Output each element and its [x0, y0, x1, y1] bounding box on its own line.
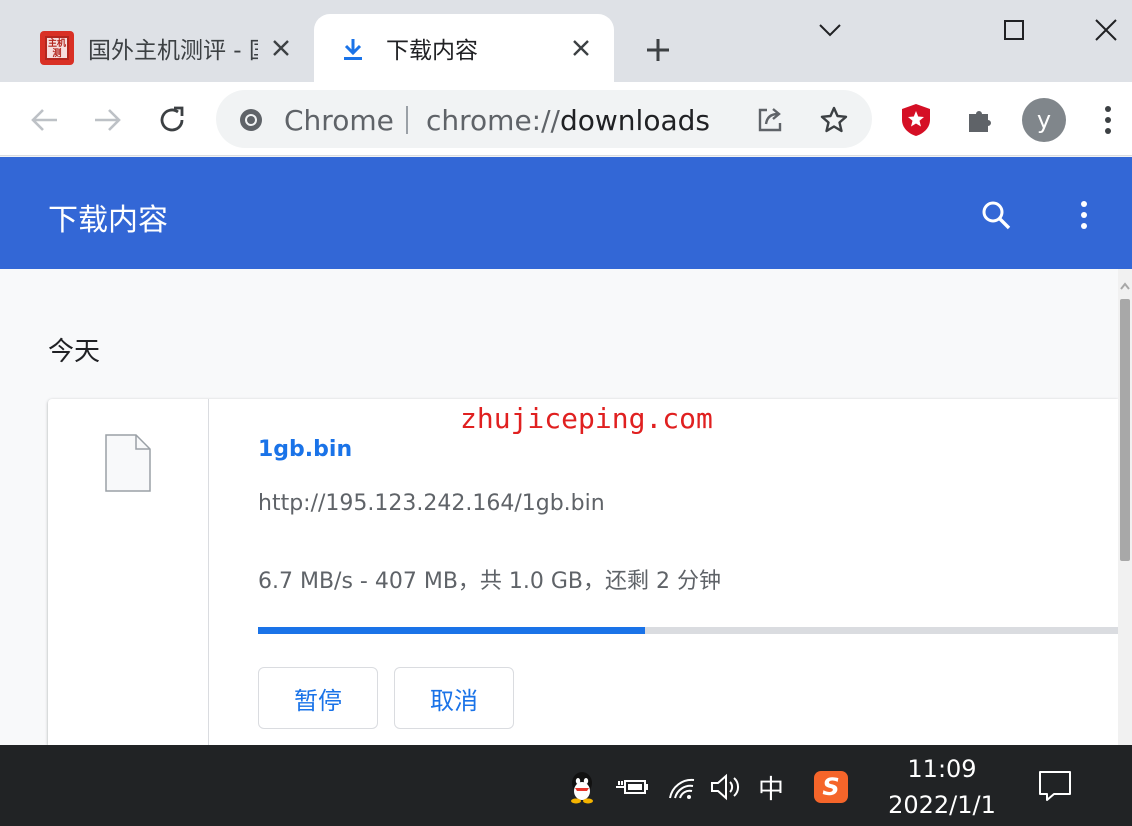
file-name-link[interactable]: 1gb.bin	[258, 437, 352, 462]
window-close-icon[interactable]	[1086, 10, 1126, 50]
download-progress-bar	[258, 627, 1118, 634]
page-title: 下载内容	[48, 203, 168, 238]
shield-extension-icon[interactable]	[896, 100, 936, 140]
address-bar[interactable]: Chrome chrome://downloads	[216, 90, 872, 148]
url-text[interactable]: chrome://downloads	[426, 104, 710, 137]
forward-button[interactable]	[88, 100, 128, 140]
reload-button[interactable]	[152, 100, 192, 140]
wifi-icon[interactable]	[664, 769, 700, 805]
extensions-puzzle-icon[interactable]	[960, 100, 1000, 140]
download-icon	[342, 38, 364, 66]
cancel-button[interactable]: 取消	[394, 667, 514, 729]
divider	[208, 399, 209, 745]
back-button[interactable]	[24, 100, 64, 140]
clock-time[interactable]: 11:09	[880, 755, 1004, 783]
sogou-ime-icon[interactable]: S	[814, 771, 848, 803]
profile-avatar[interactable]: y	[1022, 98, 1066, 142]
close-icon[interactable]	[268, 35, 294, 61]
browser-toolbar: Chrome chrome://downloads y	[0, 82, 1132, 156]
downloads-header: 下载内容	[0, 157, 1132, 269]
pause-button[interactable]: 暂停	[258, 667, 378, 729]
watermark-text: zhujiceping.com	[460, 402, 713, 435]
tab-downloads[interactable]: 下载内容	[314, 14, 614, 82]
new-tab-button[interactable]	[640, 32, 676, 68]
source-url-link[interactable]: http://195.123.242.164/1gb.bin	[258, 491, 605, 516]
windows-taskbar: 中 S 11:09 2022/1/1	[0, 745, 1132, 826]
divider	[406, 106, 408, 134]
date-group-label: 今天	[48, 337, 101, 367]
share-icon[interactable]	[754, 104, 786, 136]
site-chip: Chrome	[284, 104, 394, 137]
scroll-up-arrow-icon[interactable]	[1120, 275, 1130, 294]
tab-title: 下载内容	[386, 38, 478, 64]
tab-title: 国外主机测评 - 国外VPS	[88, 38, 258, 64]
tab-search-chevron-icon[interactable]	[810, 10, 850, 50]
file-icon	[104, 433, 152, 497]
more-menu-icon[interactable]	[1088, 100, 1128, 140]
tab-strip: 主机测 国外主机测评 - 国外VPS 下载内容	[0, 0, 1132, 82]
notification-center-icon[interactable]	[1036, 767, 1074, 805]
qq-penguin-icon[interactable]	[564, 769, 600, 805]
download-item: 1gb.bin http://195.123.242.164/1gb.bin 6…	[48, 399, 1118, 745]
download-status: 6.7 MB/s - 407 MB，共 1.0 GB，还剩 2 分钟	[258, 569, 722, 594]
maximize-icon[interactable]	[994, 10, 1034, 50]
tab-zhujiceping[interactable]: 主机测 国外主机测评 - 国外VPS	[22, 14, 314, 82]
clock-date[interactable]: 2022/1/1	[880, 791, 1004, 819]
close-icon[interactable]	[568, 35, 594, 61]
bookmark-star-icon[interactable]	[818, 104, 850, 136]
search-icon[interactable]	[976, 195, 1016, 235]
page-scrollbar[interactable]	[1118, 269, 1132, 745]
scroll-thumb[interactable]	[1120, 299, 1130, 561]
site-logo-icon: 主机测	[40, 31, 74, 65]
downloads-list: 今天 1gb.bin http://195.123.242.164/1gb.bi…	[0, 269, 1118, 745]
chrome-logo-icon	[238, 107, 264, 137]
battery-plug-icon[interactable]	[614, 769, 650, 805]
more-actions-icon[interactable]	[1064, 195, 1104, 235]
input-method-indicator[interactable]: 中	[758, 769, 784, 806]
progress-fill	[258, 627, 645, 634]
volume-icon[interactable]	[708, 769, 744, 805]
